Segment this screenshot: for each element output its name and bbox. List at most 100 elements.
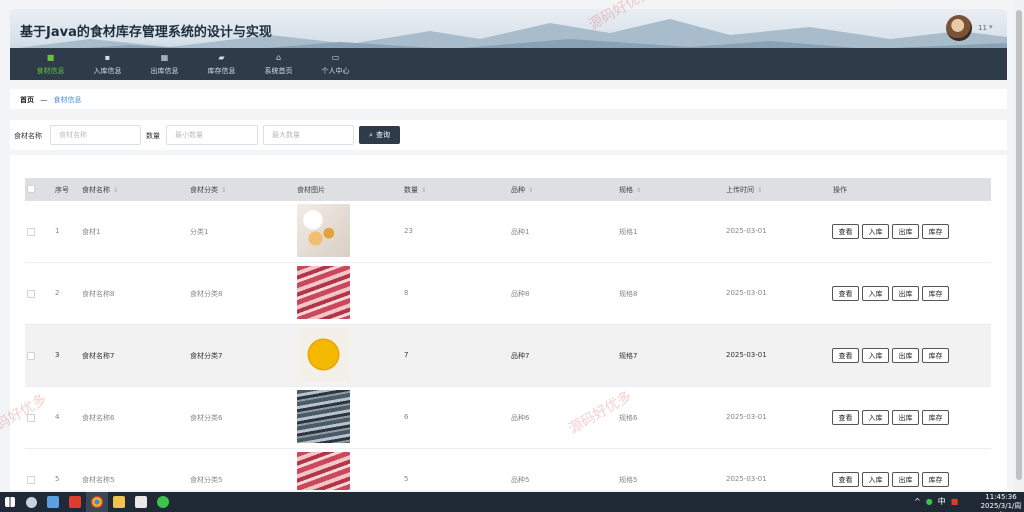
- nav-item-home[interactable]: ⌂ 系统首页: [250, 48, 307, 80]
- table-row[interactable]: 2 食材名称8 食材分类8 8 品种8 规格8 2025-03-01 查看 入库…: [25, 263, 991, 325]
- inventory-button[interactable]: 库存: [922, 224, 949, 239]
- stock-out-button[interactable]: 出库: [892, 286, 919, 301]
- inventory-button[interactable]: 库存: [922, 348, 949, 363]
- col-time-label: 上传时间: [726, 186, 754, 194]
- name-search-label: 食材名称: [14, 132, 42, 140]
- user-name[interactable]: 11: [978, 24, 987, 32]
- table-row[interactable]: 3 食材名称7 食材分类7 7 品种7 规格7 2025-03-01 查看 入库…: [25, 325, 991, 387]
- breadcrumb-home[interactable]: 首页: [20, 96, 34, 104]
- ime-indicator[interactable]: 中: [938, 496, 946, 507]
- cell-name: 食材名称6: [82, 414, 115, 422]
- col-qty[interactable]: 数量 ⇕: [404, 185, 426, 195]
- cell-category: 食材分类7: [190, 352, 223, 360]
- max-qty-input[interactable]: [263, 125, 354, 145]
- wps-office-icon[interactable]: [64, 492, 86, 512]
- row-checkbox[interactable]: [27, 290, 35, 298]
- table-row[interactable]: 1 食材1 分类1 23 品种1 规格1 2025-03-01 查看 入库 出库…: [25, 201, 991, 263]
- inventory-button[interactable]: 库存: [922, 472, 949, 487]
- food-image[interactable]: [297, 452, 350, 490]
- page-scrollbar[interactable]: [1014, 0, 1024, 492]
- app-icon[interactable]: [42, 492, 64, 512]
- col-spec-label: 规格: [619, 186, 633, 194]
- cell-qty: 8: [404, 289, 409, 297]
- qty-search-label: 数量: [146, 132, 160, 140]
- avatar[interactable]: [946, 15, 972, 41]
- stock-out-button[interactable]: 出库: [892, 472, 919, 487]
- sort-icon[interactable]: ⇕: [221, 187, 226, 194]
- view-button[interactable]: 查看: [832, 348, 859, 363]
- food-image[interactable]: [297, 204, 350, 257]
- nav-item-inventory[interactable]: ▰ 库存信息: [193, 48, 250, 80]
- cell-spec: 规格8: [619, 290, 638, 298]
- nav-item-label: 系统首页: [264, 66, 293, 75]
- view-button[interactable]: 查看: [832, 410, 859, 425]
- wechat-icon[interactable]: [152, 492, 174, 512]
- cell-qty: 23: [404, 227, 413, 235]
- search-button[interactable]: ⌕ 查询: [359, 126, 400, 144]
- cell-spec: 规格7: [619, 352, 638, 360]
- search-bar: 食材名称 数量 ⌕ 查询: [10, 120, 1007, 150]
- chevron-up-icon[interactable]: ^: [914, 497, 921, 506]
- stock-in-button[interactable]: 入库: [862, 472, 889, 487]
- select-all-checkbox[interactable]: [27, 185, 35, 193]
- search-icon: ⌕: [369, 130, 373, 139]
- view-button[interactable]: 查看: [832, 472, 859, 487]
- col-name-label: 食材名称: [82, 186, 110, 194]
- col-time[interactable]: 上传时间 ⇕: [726, 185, 762, 195]
- col-variety[interactable]: 品种 ⇕: [511, 185, 533, 195]
- col-variety-label: 品种: [511, 186, 525, 194]
- view-button[interactable]: 查看: [832, 224, 859, 239]
- top-nav: ■ 食材信息 ▪ 入库信息 ▦ 出库信息 ▰ 库存信息 ⌂ 系统首页 ▭ 个人中…: [10, 48, 1007, 80]
- row-checkbox[interactable]: [27, 228, 35, 236]
- sogou-icon[interactable]: ■: [951, 497, 959, 506]
- sort-icon[interactable]: ⇕: [528, 187, 533, 194]
- settings-gear-icon[interactable]: [20, 492, 42, 512]
- nav-item-stock-out[interactable]: ▦ 出库信息: [136, 48, 193, 80]
- nav-item-label: 食材信息: [36, 66, 65, 75]
- cell-no: 2: [55, 289, 60, 297]
- food-image[interactable]: [297, 390, 350, 443]
- scrollbar-thumb[interactable]: [1016, 10, 1022, 480]
- system-clock[interactable]: 11:45:36 2025/3/1/周六: [978, 493, 1024, 512]
- cell-category: 食材分类8: [190, 290, 223, 298]
- clock-time: 11:45:36: [985, 493, 1017, 501]
- table-row[interactable]: 5 食材名称5 食材分类5 5 品种5 规格5 2025-03-01 查看 入库…: [25, 449, 991, 490]
- col-spec[interactable]: 规格 ⇕: [619, 185, 641, 195]
- windows-start-icon[interactable]: [0, 492, 20, 512]
- stock-in-button[interactable]: 入库: [862, 348, 889, 363]
- nav-item-stock-in[interactable]: ▪ 入库信息: [79, 48, 136, 80]
- sort-icon[interactable]: ⇕: [757, 187, 762, 194]
- col-name[interactable]: 食材名称 ⇕: [82, 185, 118, 195]
- cell-no: 3: [55, 351, 60, 359]
- stock-in-button[interactable]: 入库: [862, 224, 889, 239]
- row-checkbox[interactable]: [27, 352, 35, 360]
- col-category[interactable]: 食材分类 ⇕: [190, 185, 226, 195]
- table-row[interactable]: 4 食材名称6 食材分类6 6 品种6 规格6 2025-03-01 查看 入库…: [25, 387, 991, 449]
- sort-icon[interactable]: ⇕: [636, 187, 641, 194]
- cell-category: 食材分类5: [190, 476, 223, 484]
- inventory-button[interactable]: 库存: [922, 286, 949, 301]
- sort-icon[interactable]: ⇕: [421, 187, 426, 194]
- inventory-button[interactable]: 库存: [922, 410, 949, 425]
- sort-icon[interactable]: ⇕: [113, 187, 118, 194]
- stock-out-button[interactable]: 出库: [892, 348, 919, 363]
- stock-out-button[interactable]: 出库: [892, 224, 919, 239]
- nav-item-profile[interactable]: ▭ 个人中心: [307, 48, 364, 80]
- food-image[interactable]: [297, 328, 350, 381]
- row-checkbox[interactable]: [27, 476, 35, 484]
- stock-in-button[interactable]: 入库: [862, 286, 889, 301]
- stock-in-button[interactable]: 入库: [862, 410, 889, 425]
- cell-qty: 5: [404, 475, 409, 483]
- stock-out-button[interactable]: 出库: [892, 410, 919, 425]
- min-qty-input[interactable]: [166, 125, 258, 145]
- chrome-icon[interactable]: [86, 492, 108, 512]
- file-explorer-icon[interactable]: [108, 492, 130, 512]
- view-button[interactable]: 查看: [832, 286, 859, 301]
- chevron-down-icon[interactable]: ▾: [989, 23, 993, 31]
- food-image[interactable]: [297, 266, 350, 319]
- name-search-input[interactable]: [50, 125, 141, 145]
- chart-app-icon[interactable]: [130, 492, 152, 512]
- cell-spec: 规格5: [619, 476, 638, 484]
- nav-item-food-info[interactable]: ■ 食材信息: [22, 48, 79, 80]
- wechat-tray-icon[interactable]: ●: [926, 497, 933, 506]
